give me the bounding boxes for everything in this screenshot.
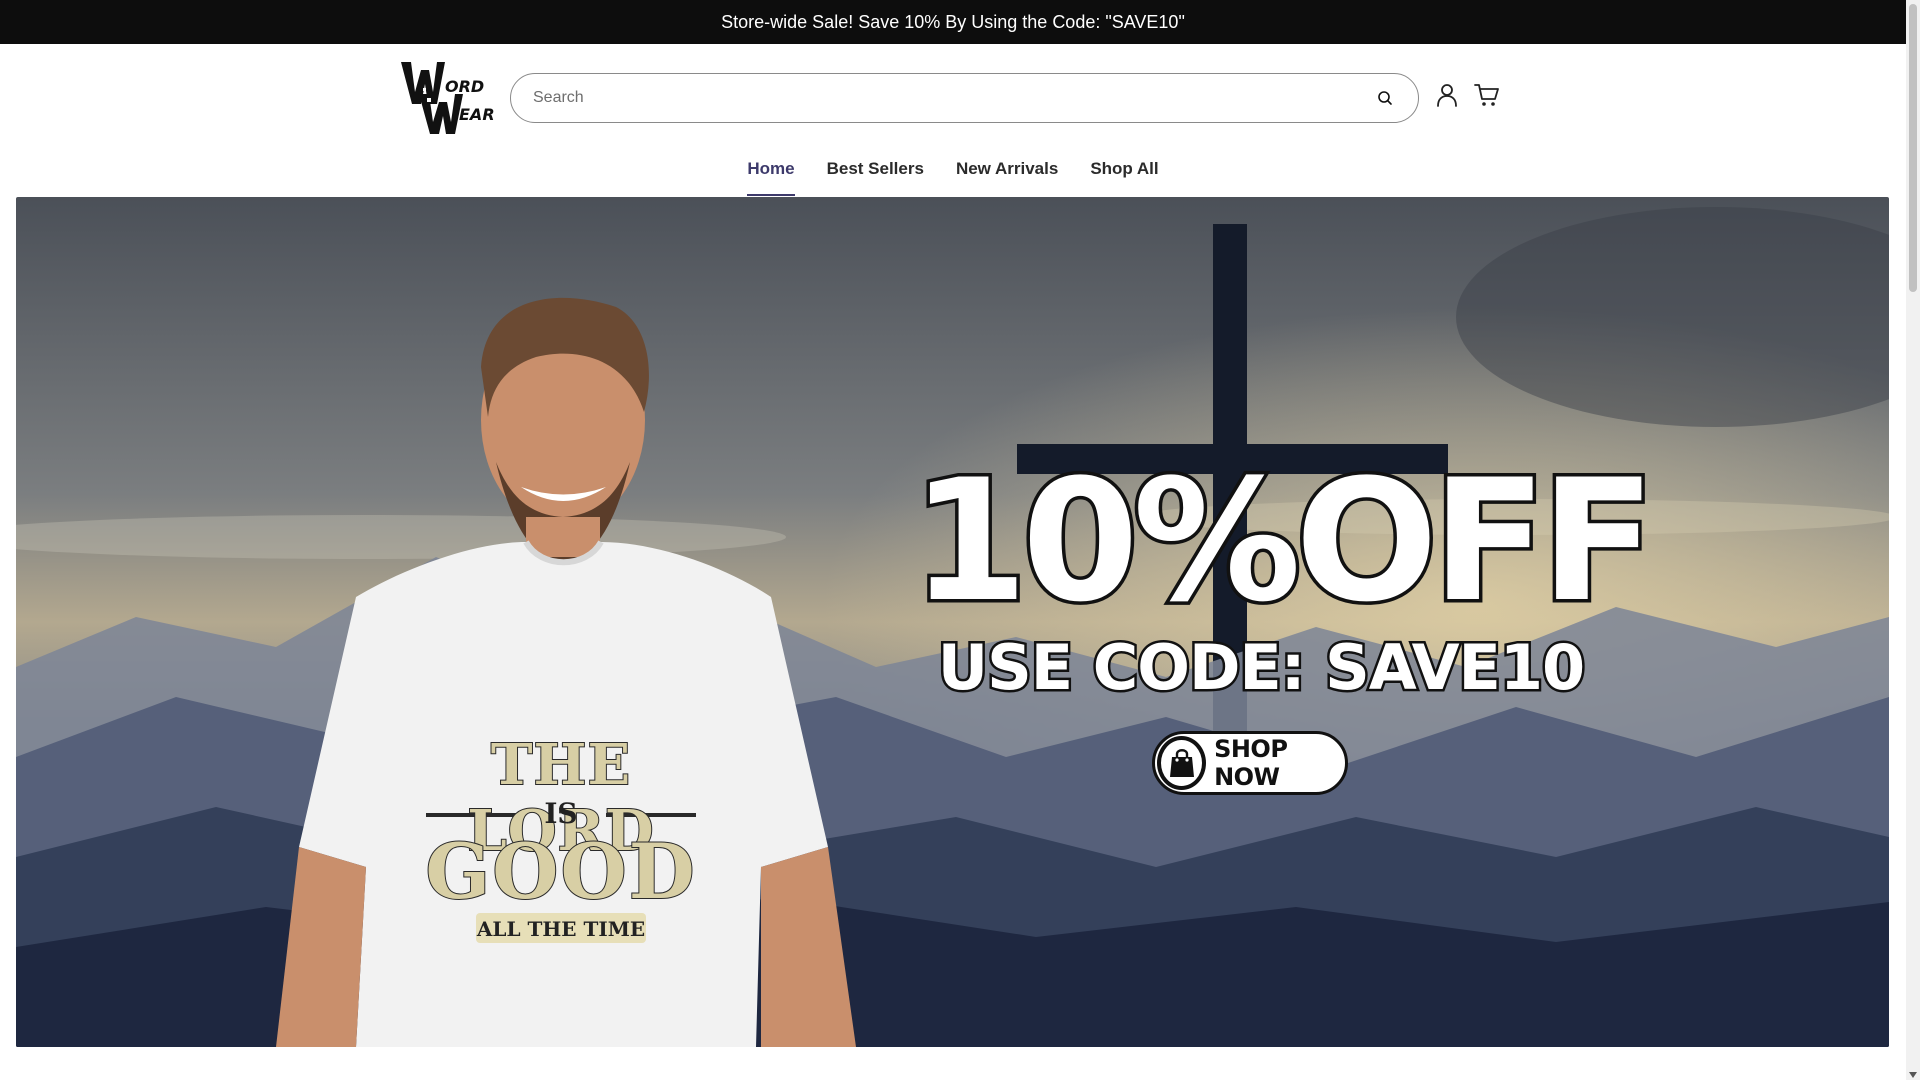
site-header: ORD EAR	[0, 44, 1906, 144]
shop-now-button[interactable]: SHOP NOW	[1152, 731, 1348, 795]
search-icon[interactable]	[1374, 87, 1396, 109]
shirt-text-line3: GOOD	[424, 826, 697, 917]
announcement-bar: Store-wide Sale! Save 10% By Using the C…	[0, 0, 1906, 44]
scroll-down-arrow-icon[interactable]	[1909, 1072, 1917, 1078]
svg-text:ORD: ORD	[445, 77, 484, 96]
site-logo[interactable]: ORD EAR	[399, 58, 495, 136]
nav-shop-all[interactable]: Shop All	[1090, 144, 1158, 196]
promo-title: 10%OFF	[908, 443, 1659, 639]
nav-new-arrivals[interactable]: New Arrivals	[956, 144, 1058, 196]
shop-now-label: SHOP NOW	[1214, 735, 1288, 791]
scrollbar-thumb[interactable]	[1909, 4, 1917, 292]
nav-best-sellers[interactable]: Best Sellers	[827, 144, 924, 196]
shirt-text-line4: ALL THE TIME	[476, 917, 646, 941]
account-icon[interactable]	[1434, 82, 1460, 108]
cart-icon[interactable]	[1473, 82, 1501, 108]
hero-banner[interactable]: THE LORD IS GOOD ALL THE TIME 10%OFF USE…	[16, 197, 1889, 1047]
search-bar	[510, 73, 1419, 123]
main-nav: Home Best Sellers New Arrivals Shop All	[0, 144, 1906, 196]
page-scrollbar[interactable]	[1906, 0, 1920, 1080]
promo-code: USE CODE: SAVE10	[935, 631, 1587, 704]
svg-text:EAR: EAR	[459, 105, 494, 124]
search-input[interactable]	[533, 89, 1374, 107]
shopping-bag-icon	[1157, 736, 1207, 790]
nav-home[interactable]: Home	[747, 144, 795, 196]
announcement-text: Store-wide Sale! Save 10% By Using the C…	[721, 11, 1185, 32]
shirt-text-line2: IS	[544, 797, 578, 830]
